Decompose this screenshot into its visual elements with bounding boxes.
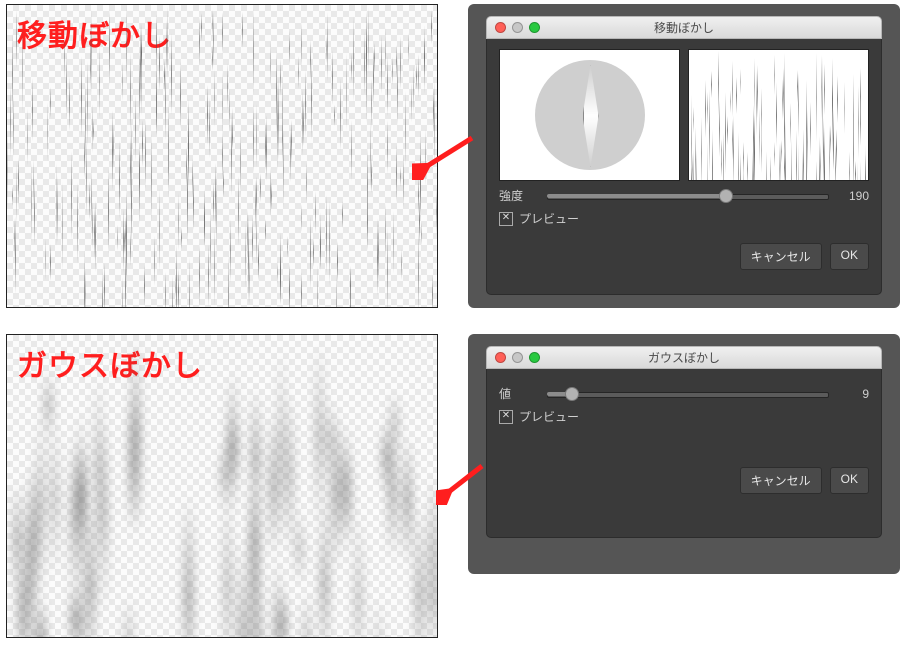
canvas-gaussian-blur: ガウスぼかし xyxy=(6,334,438,638)
slider-fill xyxy=(547,194,726,198)
tutorial-composite: 移動ぼかし ガウスぼかし 移動ぼかし xyxy=(0,0,920,660)
titlebar[interactable]: ガウスぼかし xyxy=(486,346,882,369)
gaussian-blur-dialog: ガウスぼかし 値 9 ✕ プレビュー xyxy=(486,346,882,538)
strength-label: 強度 xyxy=(499,187,537,204)
gaussian-blur-streaks xyxy=(7,335,437,637)
preview-row: ✕ プレビュー xyxy=(487,206,881,237)
arrow-icon xyxy=(436,460,491,505)
titlebar[interactable]: 移動ぼかし xyxy=(486,16,882,39)
motion-blur-streaks xyxy=(7,5,437,307)
value-value: 9 xyxy=(839,387,869,401)
slider-thumb[interactable] xyxy=(719,189,733,203)
slider-track xyxy=(547,392,829,398)
button-row: キャンセル OK xyxy=(487,461,881,506)
cancel-button[interactable]: キャンセル xyxy=(740,243,822,270)
canvas-motion-blur: 移動ぼかし xyxy=(6,4,438,308)
button-row: キャンセル OK xyxy=(487,237,881,282)
strength-value: 190 xyxy=(839,189,869,203)
preview-checkbox-label: プレビュー xyxy=(519,408,579,425)
preview-row: ✕ プレビュー xyxy=(487,404,881,435)
angle-dial-preview[interactable] xyxy=(499,49,680,181)
value-label: 値 xyxy=(499,385,537,402)
strength-slider[interactable] xyxy=(547,188,829,204)
value-row: 値 9 xyxy=(487,379,881,404)
dialog-title: ガウスぼかし xyxy=(487,349,881,366)
preview-panes xyxy=(487,39,881,181)
slider-thumb[interactable] xyxy=(565,387,579,401)
dialog-body: 強度 190 ✕ プレビュー キャンセル OK xyxy=(486,39,882,295)
ok-button[interactable]: OK xyxy=(830,243,869,270)
gaussian-blur-dialog-outer: ガウスぼかし 値 9 ✕ プレビュー xyxy=(468,334,900,574)
preview-checkbox-label: プレビュー xyxy=(519,210,579,227)
cancel-button[interactable]: キャンセル xyxy=(740,467,822,494)
motion-blur-dialog: 移動ぼかし 強度 190 xyxy=(486,16,882,296)
value-slider[interactable] xyxy=(547,386,829,402)
ok-button[interactable]: OK xyxy=(830,467,869,494)
dialog-body: 値 9 ✕ プレビュー キャンセル OK xyxy=(486,369,882,538)
strength-row: 強度 190 xyxy=(487,181,881,206)
preview-checkbox[interactable]: ✕ xyxy=(499,410,513,424)
dialog-title: 移動ぼかし xyxy=(487,19,881,36)
preview-checkbox[interactable]: ✕ xyxy=(499,212,513,226)
motion-blur-dialog-outer: 移動ぼかし 強度 190 xyxy=(468,4,900,308)
result-preview xyxy=(688,49,869,181)
arrow-icon xyxy=(412,130,482,180)
